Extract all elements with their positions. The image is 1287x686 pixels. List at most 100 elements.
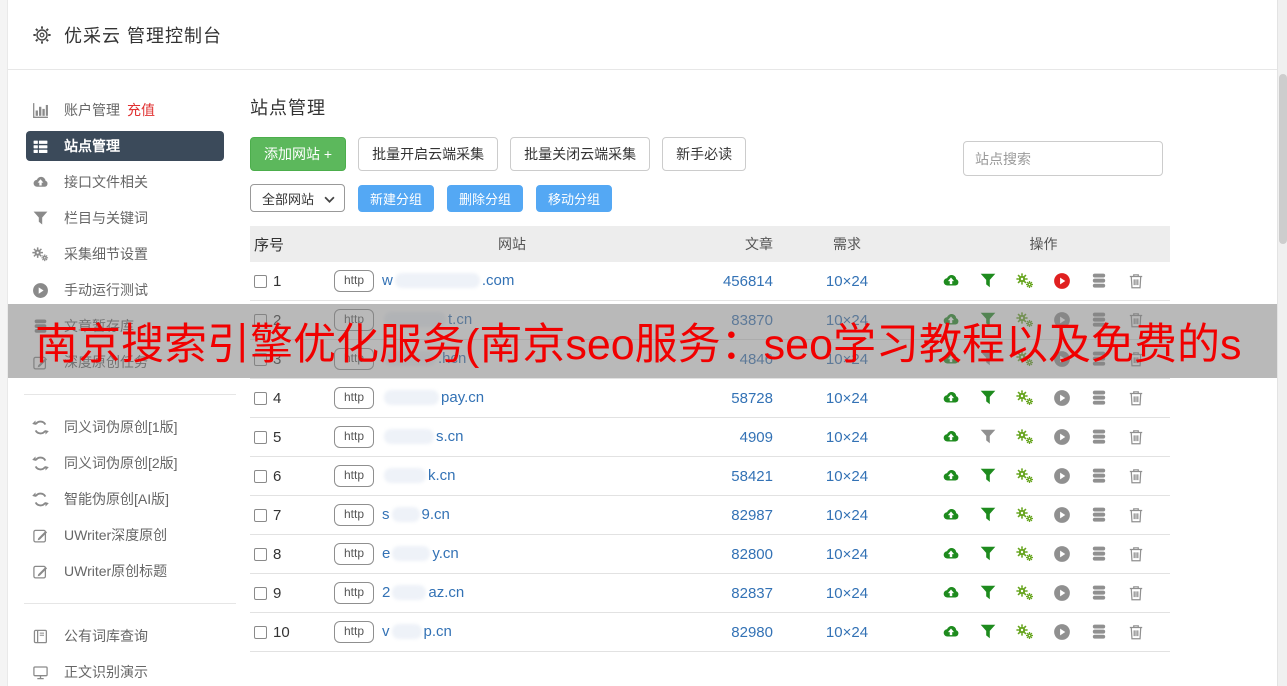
cloud-upload-icon[interactable] — [942, 389, 960, 407]
play-icon[interactable] — [1053, 623, 1071, 641]
cloud-upload-icon[interactable] — [942, 467, 960, 485]
articles-count[interactable]: 456814 — [692, 273, 777, 290]
sidebar-item-text-recognition[interactable]: 正文识别演示 — [8, 654, 248, 686]
sidebar-item-sites[interactable]: 站点管理 — [26, 131, 224, 161]
database-icon[interactable] — [1090, 584, 1108, 602]
cloud-upload-icon[interactable] — [942, 623, 960, 641]
sidebar-item-collect-settings[interactable]: 采集细节设置 — [8, 236, 248, 272]
database-icon[interactable] — [1090, 428, 1108, 446]
site-domain[interactable]: k.cn — [382, 467, 456, 484]
row-checkbox[interactable] — [254, 392, 267, 405]
new-group-button[interactable]: 新建分组 — [358, 185, 434, 212]
row-checkbox[interactable] — [254, 509, 267, 522]
row-checkbox[interactable] — [254, 431, 267, 444]
trash-icon[interactable] — [1127, 506, 1145, 524]
filter-icon[interactable] — [979, 272, 997, 290]
delete-group-button[interactable]: 删除分组 — [447, 185, 523, 212]
site-domain[interactable]: pay.cn — [382, 389, 484, 406]
play-icon[interactable] — [1053, 506, 1071, 524]
site-search-input[interactable] — [963, 141, 1163, 176]
site-domain[interactable]: s9.cn — [382, 506, 450, 523]
filter-icon[interactable] — [979, 467, 997, 485]
row-checkbox[interactable] — [254, 587, 267, 600]
articles-count[interactable]: 82987 — [692, 507, 777, 524]
gears-icon[interactable] — [1016, 428, 1034, 446]
gears-icon[interactable] — [1016, 506, 1034, 524]
sidebar-item-interface-files[interactable]: 接口文件相关 — [8, 164, 248, 200]
redacted-blur — [392, 546, 430, 561]
newbie-guide-button[interactable]: 新手必读 — [662, 137, 746, 171]
articles-count[interactable]: 82980 — [692, 624, 777, 641]
database-icon[interactable] — [1090, 272, 1108, 290]
filter-icon[interactable] — [979, 428, 997, 446]
row-checkbox[interactable] — [254, 470, 267, 483]
play-icon[interactable] — [1053, 545, 1071, 563]
database-icon[interactable] — [1090, 623, 1108, 641]
play-icon[interactable] — [1053, 467, 1071, 485]
sidebar-item-uwriter-title[interactable]: UWriter原创标题 — [8, 553, 248, 589]
cloud-upload-icon — [32, 174, 49, 191]
trash-icon[interactable] — [1127, 623, 1145, 641]
site-domain[interactable]: w.com — [382, 272, 514, 289]
trash-icon[interactable] — [1127, 584, 1145, 602]
play-icon[interactable] — [1053, 428, 1071, 446]
trash-icon[interactable] — [1127, 545, 1145, 563]
gears-icon[interactable] — [1016, 467, 1034, 485]
gears-icon[interactable] — [1016, 389, 1034, 407]
trash-icon[interactable] — [1127, 389, 1145, 407]
gears-icon[interactable] — [1016, 272, 1034, 290]
gears-icon[interactable] — [1016, 545, 1034, 563]
scrollbar[interactable] — [1277, 0, 1287, 686]
gears-icon[interactable] — [1016, 584, 1034, 602]
articles-count[interactable]: 82800 — [692, 546, 777, 563]
trash-icon[interactable] — [1127, 272, 1145, 290]
sidebar-item-account[interactable]: 账户管理充值 — [8, 92, 248, 128]
batch-close-collect-button[interactable]: 批量关闭云端采集 — [510, 137, 650, 171]
articles-count[interactable]: 58728 — [692, 390, 777, 407]
sidebar-item-synonym-v2[interactable]: 同义词伪原创[2版] — [8, 445, 248, 481]
site-domain[interactable]: s.cn — [382, 428, 464, 445]
batch-open-collect-button[interactable]: 批量开启云端采集 — [358, 137, 498, 171]
play-icon[interactable] — [1053, 389, 1071, 407]
database-icon[interactable] — [1090, 545, 1108, 563]
database-icon[interactable] — [1090, 467, 1108, 485]
cloud-upload-icon[interactable] — [942, 272, 960, 290]
recharge-link[interactable]: 充值 — [127, 100, 155, 120]
cloud-upload-icon[interactable] — [942, 428, 960, 446]
articles-count[interactable]: 4909 — [692, 429, 777, 446]
sidebar-item-ai-original[interactable]: 智能伪原创[AI版] — [8, 481, 248, 517]
filter-icon[interactable] — [979, 389, 997, 407]
site-domain[interactable]: ey.cn — [382, 545, 459, 562]
filter-icon[interactable] — [979, 545, 997, 563]
sidebar-item-synonym-v1[interactable]: 同义词伪原创[1版] — [8, 409, 248, 445]
group-filter-select[interactable]: 全部网站 — [250, 184, 345, 212]
row-checkbox[interactable] — [254, 548, 267, 561]
sidebar-item-manual-test[interactable]: 手动运行测试 — [8, 272, 248, 308]
row-checkbox[interactable] — [254, 626, 267, 639]
play-icon[interactable] — [1053, 272, 1071, 290]
sidebar-item-public-lexicon[interactable]: 公有词库查询 — [8, 618, 248, 654]
sidebar-item-uwriter-deep[interactable]: UWriter深度原创 — [8, 517, 248, 553]
cloud-upload-icon[interactable] — [942, 584, 960, 602]
site-domain[interactable]: 2az.cn — [382, 584, 464, 601]
move-group-button[interactable]: 移动分组 — [536, 185, 612, 212]
articles-count[interactable]: 58421 — [692, 468, 777, 485]
row-checkbox[interactable] — [254, 275, 267, 288]
cloud-upload-icon[interactable] — [942, 506, 960, 524]
scrollbar-thumb[interactable] — [1279, 74, 1287, 244]
add-site-button[interactable]: 添加网站 + — [250, 137, 346, 171]
cloud-upload-icon[interactable] — [942, 545, 960, 563]
seo-ad-text[interactable]: 南京搜索引擎优化服务(南京seo服务：seo学习教程以及免费的s — [8, 310, 1241, 372]
filter-icon[interactable] — [979, 584, 997, 602]
trash-icon[interactable] — [1127, 428, 1145, 446]
filter-icon[interactable] — [979, 506, 997, 524]
play-icon[interactable] — [1053, 584, 1071, 602]
database-icon[interactable] — [1090, 506, 1108, 524]
sidebar-item-columns-keywords[interactable]: 栏目与关键词 — [8, 200, 248, 236]
filter-icon[interactable] — [979, 623, 997, 641]
trash-icon[interactable] — [1127, 467, 1145, 485]
site-domain[interactable]: vp.cn — [382, 623, 452, 640]
database-icon[interactable] — [1090, 389, 1108, 407]
articles-count[interactable]: 82837 — [692, 585, 777, 602]
gears-icon[interactable] — [1016, 623, 1034, 641]
